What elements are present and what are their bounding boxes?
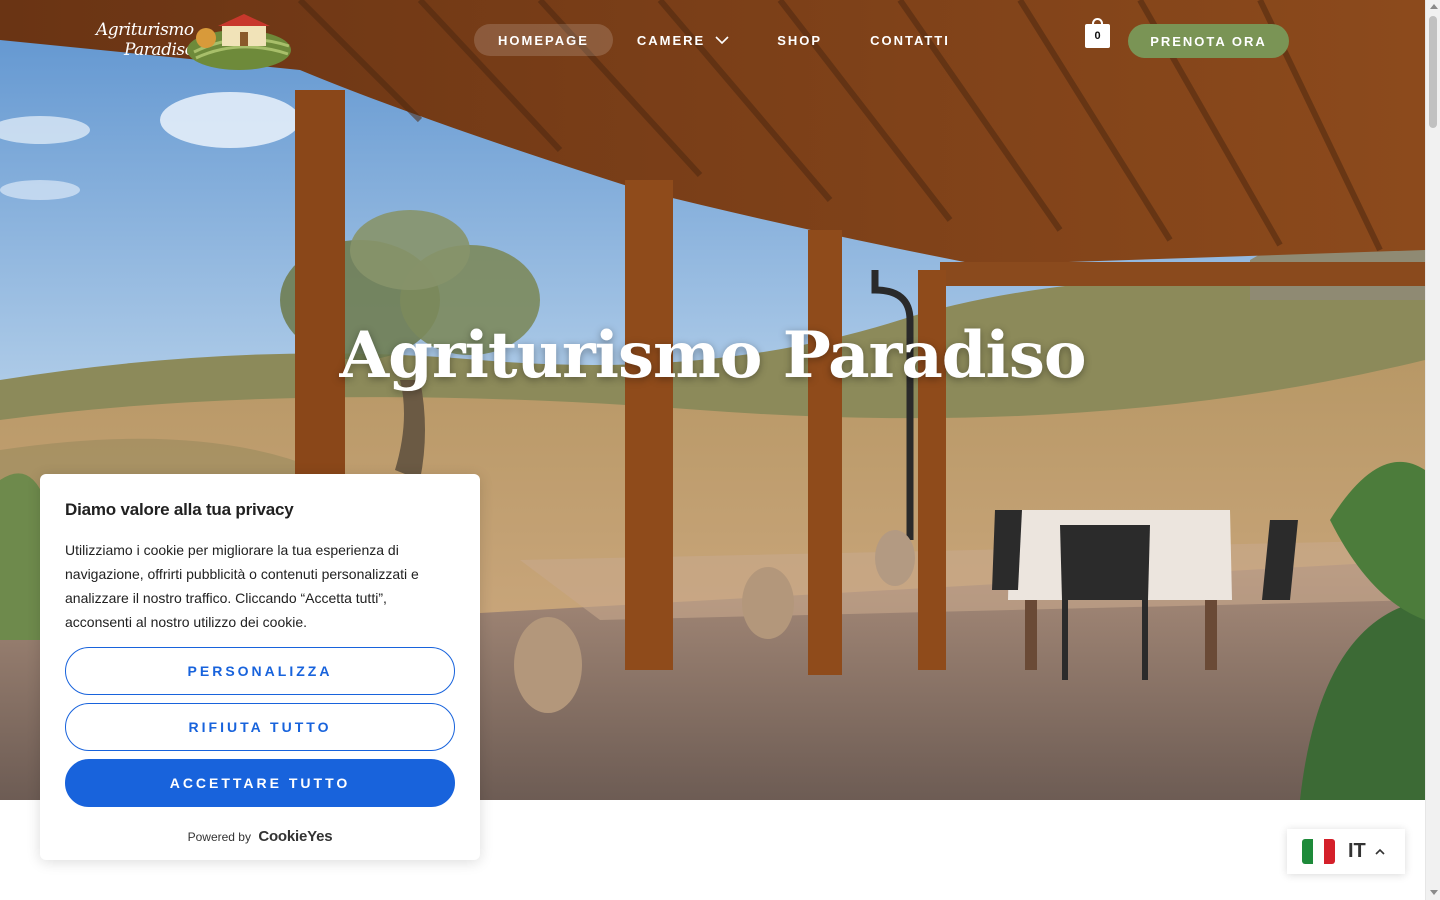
logo-line-1: Agriturismo	[96, 20, 194, 40]
cookie-banner-title: Diamo valore alla tua privacy	[65, 500, 294, 519]
page: Agriturismo Paradiso HOMEPAGE CAMERE SHO…	[0, 0, 1440, 900]
powered-by-label: Powered by	[187, 830, 251, 844]
powered-by-cookieyes[interactable]: Powered by CookieYes	[40, 828, 480, 845]
site-header: Agriturismo Paradiso HOMEPAGE CAMERE SHO…	[0, 0, 1425, 80]
chevron-up-icon	[1375, 848, 1385, 855]
scroll-down-arrow-icon[interactable]	[1430, 890, 1438, 895]
customize-cookies-button[interactable]: PERSONALIZZA	[65, 647, 455, 695]
language-switcher[interactable]: IT	[1287, 829, 1405, 874]
reject-all-cookies-button[interactable]: RIFIUTA TUTTO	[65, 703, 455, 751]
nav-item-homepage[interactable]: HOMEPAGE	[474, 24, 613, 56]
nav-item-label: SHOP	[777, 32, 823, 48]
logo-line-2: Paradiso	[124, 40, 195, 60]
nav-item-camere[interactable]: CAMERE	[613, 24, 753, 56]
nav-item-label: CONTATTI	[870, 32, 950, 48]
logo-wordmark: Agriturismo Paradiso	[96, 20, 195, 60]
book-now-button[interactable]: PRENOTA ORA	[1128, 24, 1289, 58]
cookieyes-logo: CookieYes	[258, 828, 333, 845]
chevron-down-icon	[715, 36, 729, 45]
cart-button[interactable]: 0	[1085, 18, 1111, 50]
site-logo[interactable]: Agriturismo Paradiso	[94, 10, 294, 70]
hero-title: Agriturismo Paradiso	[339, 318, 1086, 393]
cart-count-badge: 0	[1085, 24, 1110, 48]
scroll-up-arrow-icon[interactable]	[1430, 4, 1438, 9]
nav-item-label: CAMERE	[636, 32, 706, 48]
nav-item-contatti[interactable]: CONTATTI	[846, 24, 974, 56]
cookie-consent-banner: Diamo valore alla tua privacy Utilizziam…	[40, 474, 480, 860]
cookie-banner-text: Utilizziamo i cookie per migliorare la t…	[65, 542, 419, 630]
page-scrollbar[interactable]	[1425, 0, 1440, 900]
scrollbar-thumb[interactable]	[1429, 16, 1437, 128]
main-navigation: HOMEPAGE CAMERE SHOP CONTATTI	[474, 24, 974, 56]
language-code: IT	[1348, 840, 1366, 862]
farmhouse-logo-icon	[187, 14, 291, 70]
nav-item-shop[interactable]: SHOP	[753, 24, 846, 56]
accept-all-cookies-button[interactable]: ACCETTARE TUTTO	[65, 759, 455, 807]
italy-flag-icon	[1302, 839, 1335, 864]
nav-item-label: HOMEPAGE	[498, 32, 589, 48]
